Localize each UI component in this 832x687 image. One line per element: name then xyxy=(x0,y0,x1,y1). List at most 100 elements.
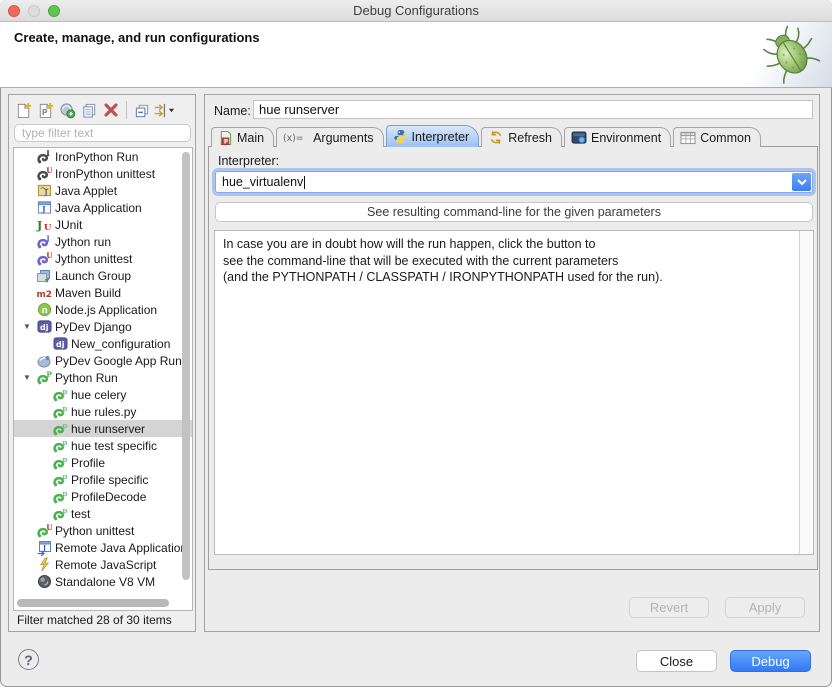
svg-text:I: I xyxy=(46,149,50,158)
tree-item-label: Maven Build xyxy=(55,286,121,300)
maven-icon: m2 xyxy=(36,285,52,301)
svg-text:p: p xyxy=(62,489,67,498)
name-input[interactable] xyxy=(253,100,813,119)
snake-green-p-icon: p xyxy=(52,438,68,454)
tree-item-label: PyDev Google App Run xyxy=(55,354,182,368)
tab-common[interactable]: Common xyxy=(673,127,761,147)
titlebar[interactable]: Debug Configurations xyxy=(0,0,832,22)
tree-item[interactable]: n Node.js Application xyxy=(14,301,192,318)
tree-item[interactable]: p Profile specific xyxy=(14,471,192,488)
svg-text:U: U xyxy=(44,223,52,233)
tree-item[interactable]: p hue test specific xyxy=(14,437,192,454)
help-button[interactable]: ? xyxy=(18,649,39,670)
tab-label: Environment xyxy=(591,131,661,145)
tree-item[interactable]: Remote JavaScript xyxy=(14,556,192,573)
tree-item[interactable]: U IronPython unittest xyxy=(14,165,192,182)
tree-item-label: Python Run xyxy=(55,371,118,385)
tab-arguments[interactable]: (x)= Arguments xyxy=(276,127,383,147)
expand-arrow-icon[interactable]: ▼ xyxy=(22,322,32,331)
tree-item[interactable]: p hue celery xyxy=(14,386,192,403)
remote-java-icon: J xyxy=(36,540,52,556)
svg-text:p: p xyxy=(62,472,67,481)
tree-item[interactable]: U Python unittest xyxy=(14,522,192,539)
interpreter-combo[interactable]: hue_virtualenv xyxy=(215,171,813,193)
tree-item-label: hue runserver xyxy=(71,422,145,436)
command-line-info-box[interactable]: In case you are in doubt how will the ru… xyxy=(214,230,814,555)
text-cursor xyxy=(304,176,305,189)
tab-main[interactable]: P Main xyxy=(211,127,274,147)
revert-button[interactable]: Revert xyxy=(629,597,709,618)
java-applet-icon: J xyxy=(36,183,52,199)
debug-configurations-window: Debug Configurations Create, manage, and… xyxy=(0,0,832,687)
filter-input[interactable] xyxy=(14,124,191,142)
svg-text:n: n xyxy=(41,305,47,315)
new-prototype-icon[interactable]: P xyxy=(34,99,56,121)
tree-item[interactable]: ▼ dj PyDev Django xyxy=(14,318,192,335)
tree-item-label: Java Application xyxy=(55,201,142,215)
expand-arrow-icon[interactable]: ▼ xyxy=(22,373,32,382)
svg-text:P: P xyxy=(41,107,47,116)
tree-item[interactable]: PyDev Google App Run xyxy=(14,352,192,369)
tab-environment[interactable]: Environment xyxy=(564,127,671,147)
tree-item[interactable]: ▼ P Python Run xyxy=(14,369,192,386)
snake-green-p-icon: p xyxy=(52,489,68,505)
python-tab-icon xyxy=(393,129,408,144)
info-box-scrollbar[interactable] xyxy=(799,231,813,554)
svg-text:J: J xyxy=(43,189,47,197)
tree-item[interactable]: Launch Group xyxy=(14,267,192,284)
tree-item[interactable]: I IronPython Run xyxy=(14,148,192,165)
chevron-down-icon xyxy=(797,179,807,186)
tree-item-label: Standalone V8 VM xyxy=(55,575,155,589)
tree-item[interactable]: J U JUnit xyxy=(14,216,192,233)
tree-item[interactable]: J Jython run xyxy=(14,233,192,250)
tree-item[interactable]: U Jython unittest xyxy=(14,250,192,267)
close-button[interactable]: Close xyxy=(636,650,717,672)
tree-item[interactable]: p ProfileDecode xyxy=(14,488,192,505)
tab-interpreter[interactable]: Interpreter xyxy=(386,125,480,147)
delete-config-icon[interactable] xyxy=(100,99,122,121)
filter-config-icon[interactable] xyxy=(153,99,175,121)
tree-horizontal-scrollbar[interactable] xyxy=(17,599,169,607)
tree-item-label: Remote Java Application xyxy=(55,541,187,555)
collapse-all-icon[interactable] xyxy=(131,99,153,121)
tree-item[interactable]: dj New_configuration xyxy=(14,335,192,352)
configurations-tree: I IronPython Run U IronPython unittest J… xyxy=(13,147,193,611)
svg-text:p: p xyxy=(62,506,67,515)
tree-item-label: Node.js Application xyxy=(55,303,157,317)
tree-item-label: hue rules.py xyxy=(71,405,136,419)
tree-item[interactable]: Standalone V8 VM xyxy=(14,573,192,590)
see-command-line-button[interactable]: See resulting command-line for the given… xyxy=(215,202,813,222)
filter-status-text: Filter matched 28 of 30 items xyxy=(17,613,172,627)
svg-text:p: p xyxy=(62,438,67,447)
tree-item[interactable]: p hue runserver xyxy=(14,420,192,437)
apply-button[interactable]: Apply xyxy=(725,597,805,618)
tab-label: Common xyxy=(700,131,751,145)
nodejs-icon: n xyxy=(36,302,52,318)
svg-text:J: J xyxy=(42,544,46,552)
tree-item[interactable]: J Java Applet xyxy=(14,182,192,199)
tree-item[interactable]: J Java Application xyxy=(14,199,192,216)
tree-item-label: Java Applet xyxy=(55,184,117,198)
new-config-icon[interactable] xyxy=(12,99,34,121)
tab-content-area: Interpreter: hue_virtualenv See resultin… xyxy=(208,146,818,570)
tree-vertical-scrollbar[interactable] xyxy=(182,152,190,580)
green-bug-icon xyxy=(760,25,822,85)
common-tab-icon xyxy=(680,131,696,145)
svg-text:dj: dj xyxy=(56,340,65,349)
tree-item[interactable]: p Profile xyxy=(14,454,192,471)
duplicate-config-icon[interactable] xyxy=(78,99,100,121)
svg-text:p: p xyxy=(62,404,67,413)
tree-item[interactable]: J Remote Java Application xyxy=(14,539,192,556)
tree-item[interactable]: m2 Maven Build xyxy=(14,284,192,301)
arguments-tab-icon: (x)= xyxy=(283,131,309,144)
tree-item-label: ProfileDecode xyxy=(71,490,146,504)
tab-refresh[interactable]: Refresh xyxy=(481,127,562,147)
tree-item-label: PyDev Django xyxy=(55,320,132,334)
tree-item[interactable]: p test xyxy=(14,505,192,522)
debug-button[interactable]: Debug xyxy=(730,650,811,672)
tree-item[interactable]: p hue rules.py xyxy=(14,403,192,420)
export-config-icon[interactable] xyxy=(56,99,78,121)
combo-dropdown-button[interactable] xyxy=(792,173,811,191)
configurations-sidebar: P I IronPython Run xyxy=(8,94,196,632)
tree-item-label: IronPython unittest xyxy=(55,167,155,181)
